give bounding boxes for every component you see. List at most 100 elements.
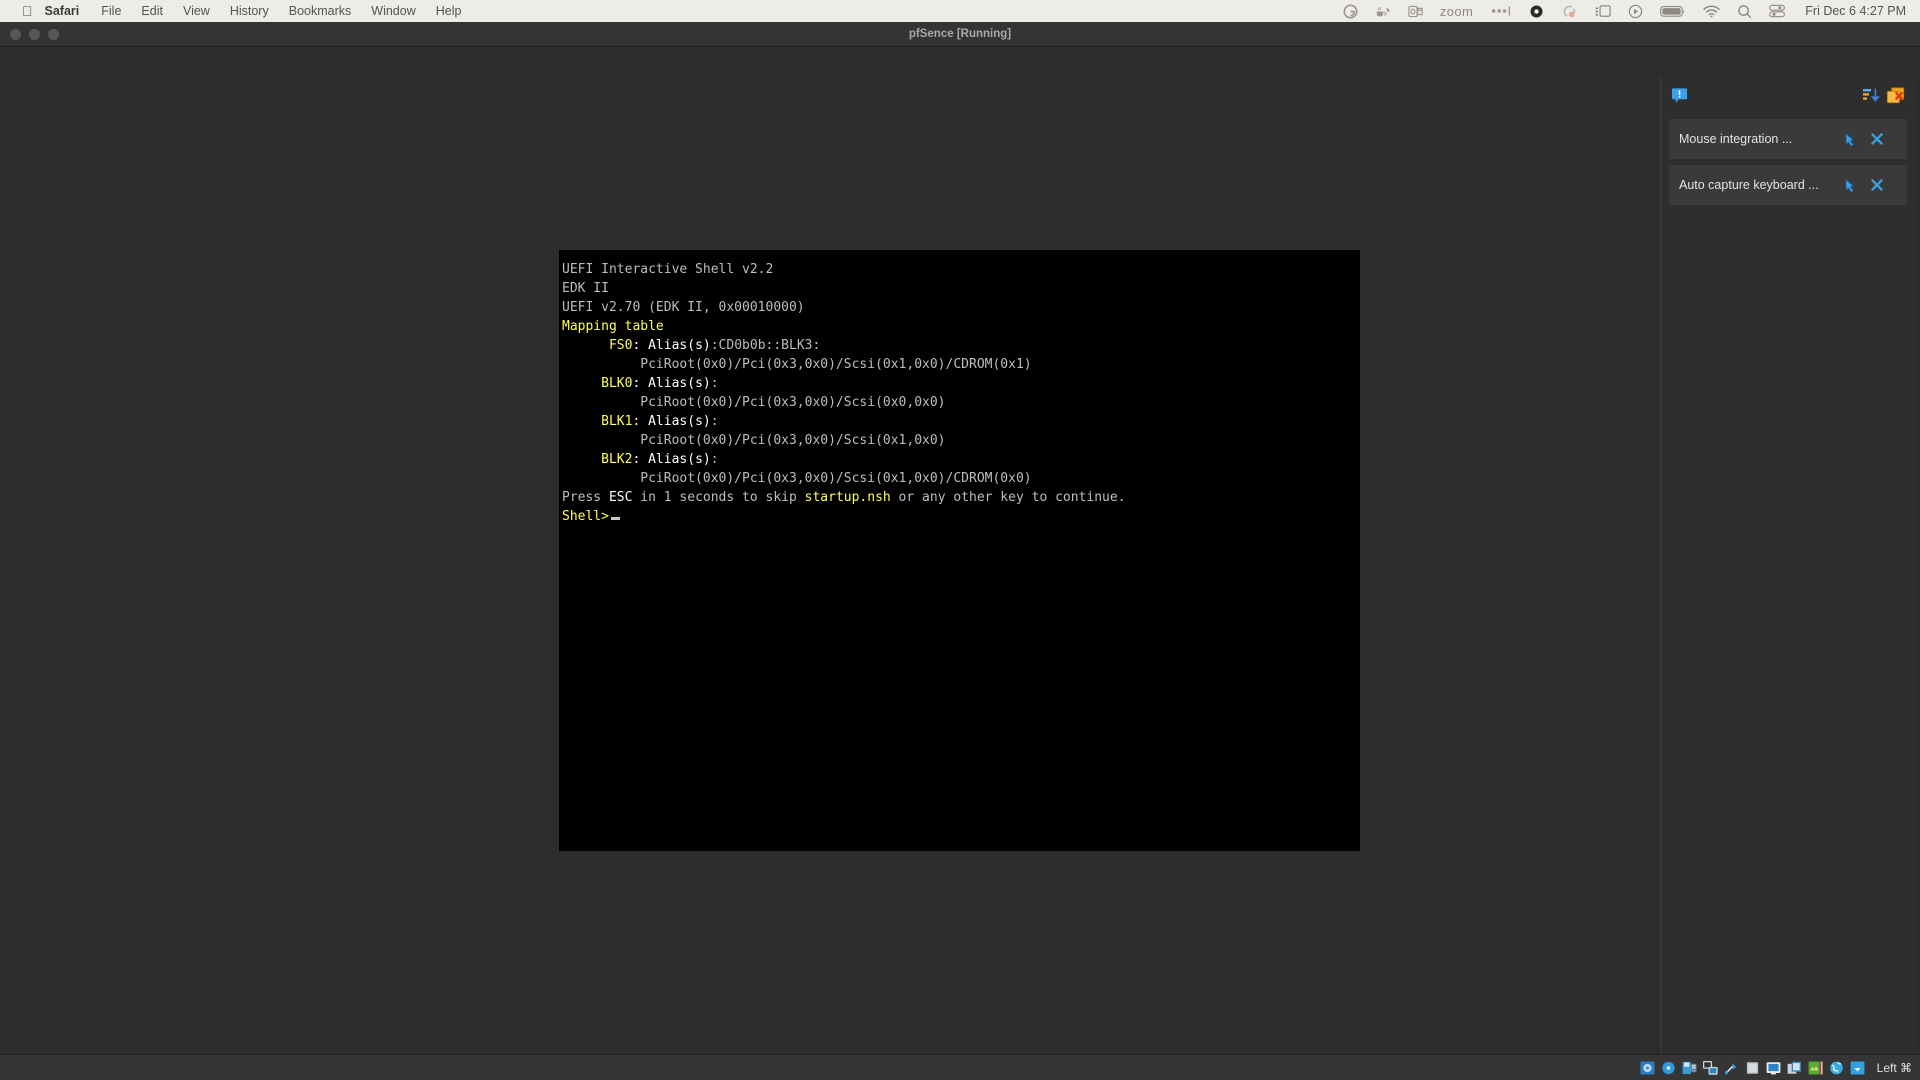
grammarly-icon[interactable] [1343,4,1358,19]
menu-item-help[interactable]: Help [436,4,462,18]
console-line: Press ESC in 1 seconds to skip startup.n… [562,488,1360,507]
console-text: startup.nsh [804,490,891,505]
console-text: EDK II [562,281,609,296]
dropbox-icon[interactable] [1529,4,1544,19]
console-line: PciRoot(0x0)/Pci(0x3,0x0)/Scsi(0x0,0x0) [562,393,1360,412]
close-button[interactable] [10,28,21,40]
console-text: Alias(s) [648,414,711,429]
console-text: : [710,452,719,467]
console-text: : [632,376,649,391]
console-text: or any other key to continue. [890,490,1126,505]
menu-overflow-icon[interactable] [1490,5,1512,17]
console-text: BLK2 [562,452,633,467]
console-text: BLK0 [562,376,633,391]
console-text: FS0 [562,338,633,353]
spotlight-search-icon[interactable] [1737,4,1752,19]
console-text: :CD0b0b::BLK3: [710,338,821,353]
vm-guest-display[interactable]: UEFI Interactive Shell v2.2 EDK II UEFI v2… [559,250,1360,851]
expand-arrow-icon[interactable] [1845,178,1871,192]
menu-item-edit[interactable]: Edit [141,4,163,18]
menubar-clock[interactable]: Fri Dec 6 4:27 PM [1805,4,1906,18]
menu-item-bookmarks[interactable]: Bookmarks [289,4,352,18]
stage-manager-icon[interactable] [1595,4,1611,18]
floppy-disk-icon[interactable] [1682,1061,1697,1075]
console-line: BLK1: Alias(s): [562,412,1360,431]
video-capture-icon[interactable] [1787,1061,1802,1075]
console-line: PciRoot(0x0)/Pci(0x3,0x0)/Scsi(0x1,0x0)/… [562,355,1360,374]
console-text: UEFI Interactive Shell v2.2 [562,262,774,277]
console-line: BLK0: Alias(s): [562,374,1360,393]
console-text: : [632,452,649,467]
shared-folder-icon[interactable] [1745,1061,1760,1075]
menu-item-history[interactable]: History [230,4,269,18]
console-text: PciRoot(0x0)/Pci(0x3,0x0)/Scsi(0x1,0x0) [562,433,946,448]
guest-additions-icon[interactable] [1850,1061,1865,1075]
console-text: in 1 seconds to skip [632,490,805,505]
vm-status-bar: Left ⌘ [0,1054,1920,1080]
console-text: BLK1 [562,414,633,429]
host-key-label: Left ⌘ [1876,1060,1912,1075]
close-x-icon[interactable] [1871,133,1897,145]
zoom-icon[interactable]: zoom [1440,5,1473,18]
notification-panel-header [1661,77,1915,113]
console-line: UEFI v2.70 (EDK II, 0x00010000) [562,298,1360,317]
optical-disk-icon[interactable] [1661,1061,1676,1075]
battery-icon[interactable] [1660,5,1686,18]
console-text: Press [562,490,609,505]
console-line: Mapping table [562,317,1360,336]
now-playing-icon[interactable] [1628,4,1643,19]
console-text: Mapping table [562,319,664,334]
console-text: Shell> [562,509,609,524]
console-text: ESC [608,490,633,505]
menu-item-window[interactable]: Window [371,4,415,18]
console-text: PciRoot(0x0)/Pci(0x3,0x0)/Scsi(0x1,0x0)/… [562,471,1032,486]
network-adapter-icon[interactable] [1702,1060,1718,1075]
menu-item-safari[interactable]: Safari [45,4,80,18]
remove-all-icon[interactable] [1886,86,1905,104]
console-line: FS0: Alias(s):CD0b0b::BLK3: [562,336,1360,355]
close-x-icon[interactable] [1871,179,1897,191]
hard-disk-icon[interactable] [1640,1060,1655,1075]
console-text: Alias(s) [648,338,711,353]
console-line: UEFI Interactive Shell v2.2 [562,260,1360,279]
wifi-icon[interactable] [1703,5,1721,18]
display-icon[interactable] [1766,1061,1781,1075]
console-text: PciRoot(0x0)/Pci(0x3,0x0)/Scsi(0x1,0x0)/… [562,357,1032,372]
macos-menu-bar:  Safari File Edit View History Bookmark… [0,0,1920,22]
console-line: Shell> [562,507,1360,526]
notification-item[interactable]: Auto capture keyboard ... [1669,165,1907,205]
zoom-button[interactable] [48,28,59,40]
window-traffic-lights [10,28,59,40]
notification-text: Auto capture keyboard ... [1679,178,1819,192]
tea-leaf-icon[interactable] [1375,4,1391,19]
console-text: PciRoot(0x0)/Pci(0x3,0x0)/Scsi(0x0,0x0) [562,395,946,410]
console-text: Alias(s) [648,452,711,467]
console-line: EDK II [562,279,1360,298]
console-cursor [610,517,620,520]
notification-text: Mouse integration ... [1679,132,1793,146]
vm-notification-panel: Mouse integration ... Auto capture keybo… [1660,77,1915,1079]
usb-icon[interactable] [1724,1061,1739,1075]
screen-record-icon[interactable] [1561,4,1578,19]
apple-logo-icon[interactable]:  [22,4,33,18]
console-text: Alias(s) [648,376,711,391]
menu-item-file[interactable]: File [101,4,121,18]
console-line: BLK2: Alias(s): [562,450,1360,469]
console-line: PciRoot(0x0)/Pci(0x3,0x0)/Scsi(0x1,0x0)/… [562,469,1360,488]
minimize-button[interactable] [29,28,40,40]
outlook-icon[interactable] [1408,4,1423,19]
console-text: : [632,338,649,353]
notification-item[interactable]: Mouse integration ... [1669,119,1907,159]
uefi-shell-console: UEFI Interactive Shell v2.2 EDK II UEFI v2… [561,260,1360,526]
vm-titlebar: pfSence [Running] [0,22,1920,47]
menu-item-view[interactable]: View [183,4,210,18]
expand-arrow-icon[interactable] [1845,132,1871,146]
mouse-integration-icon[interactable] [1808,1061,1823,1075]
vm-window-title: pfSence [Running] [908,28,1012,40]
sort-descending-icon[interactable] [1862,87,1880,104]
host-key-globe-icon[interactable] [1829,1061,1844,1075]
console-text: : [710,376,719,391]
virtualbox-vm-window: pfSence [Running] UEFI Interactive Shell… [0,22,1920,1080]
console-text: UEFI v2.70 (EDK II, 0x00010000) [562,300,805,315]
control-center-icon[interactable] [1769,4,1786,18]
